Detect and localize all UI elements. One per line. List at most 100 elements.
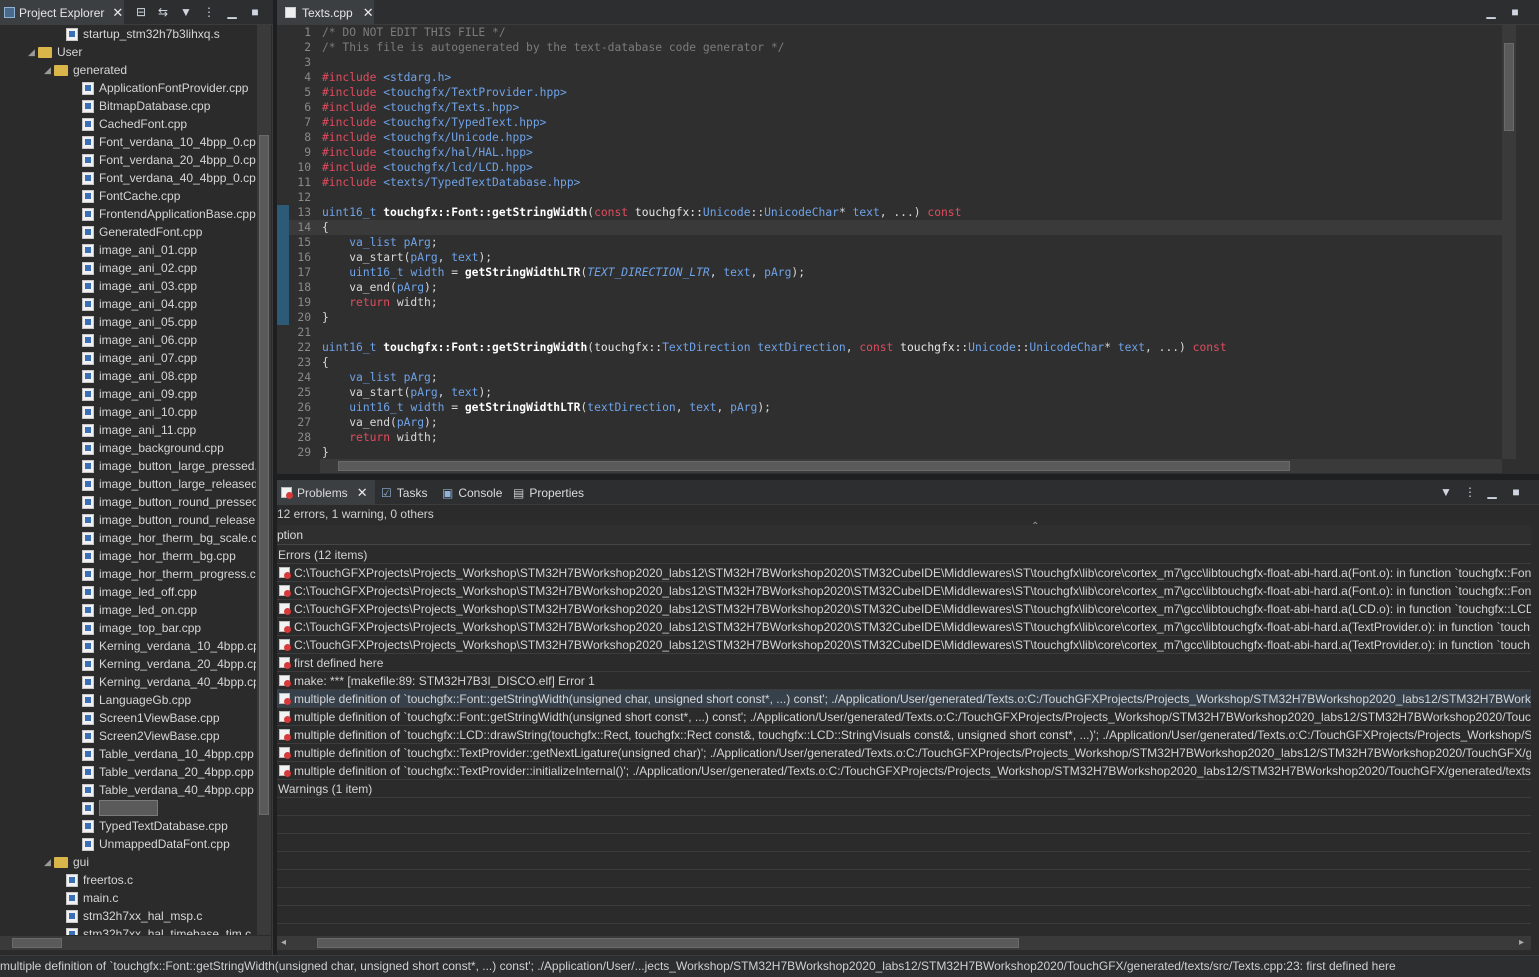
- tree-file[interactable]: GeneratedFont.cpp: [0, 223, 256, 241]
- tree-file[interactable]: FontCache.cpp: [0, 187, 256, 205]
- group-warnings[interactable]: Warnings (1 item): [277, 780, 1531, 798]
- tree-file[interactable]: image_top_bar.cpp: [0, 619, 256, 637]
- problems-hscroll-thumb[interactable]: [317, 938, 1019, 948]
- tree-file[interactable]: image_background.cpp: [0, 439, 256, 457]
- problem-row[interactable]: C:\TouchGFXProjects\Projects_Workshop\ST…: [277, 618, 1531, 636]
- code-line[interactable]: 28 return width;: [277, 430, 1502, 445]
- code-line[interactable]: 12: [277, 190, 1502, 205]
- tree-file[interactable]: Kerning_verdana_10_4bpp.cp: [0, 637, 256, 655]
- column-header-description[interactable]: ption ⌃: [277, 521, 1531, 545]
- problem-row[interactable]: first defined here: [277, 654, 1531, 672]
- tree-file[interactable]: image_ani_01.cpp: [0, 241, 256, 259]
- code-line[interactable]: 29}: [277, 445, 1502, 459]
- problem-row[interactable]: multiple definition of `touchgfx::Font::…: [277, 708, 1531, 726]
- tree-file[interactable]: image_ani_04.cpp: [0, 295, 256, 313]
- tree-file[interactable]: CachedFont.cpp: [0, 115, 256, 133]
- tree-file[interactable]: image_hor_therm_bg.cpp: [0, 547, 256, 565]
- group-errors[interactable]: Errors (12 items): [277, 546, 1531, 564]
- code-line[interactable]: 15 va_list pArg;: [277, 235, 1502, 250]
- editor-scroll-thumb[interactable]: [1504, 43, 1514, 131]
- code-line[interactable]: 24 va_list pArg;: [277, 370, 1502, 385]
- code-line[interactable]: 8 #include <touchgfx/Unicode.hpp>: [277, 130, 1502, 145]
- code-text-area[interactable]: 1 /* DO NOT EDIT THIS FILE */ 2 /* This fil…: [277, 25, 1502, 459]
- tree-file[interactable]: image_button_round_pressec: [0, 493, 256, 511]
- tab-texts-cpp[interactable]: Texts.cpp ✕: [277, 0, 374, 25]
- tree-file[interactable]: Table_verdana_40_4bpp.cpp: [0, 781, 256, 799]
- tree-file[interactable]: startup_stm32h7b3lihxq.s: [0, 25, 256, 43]
- explorer-horizontal-scrollbar[interactable]: [0, 936, 271, 950]
- tab-properties[interactable]: ▤ Properties: [513, 480, 584, 505]
- code-line[interactable]: 2 /* This file is autogenerated by the te…: [277, 40, 1502, 55]
- code-line[interactable]: 17 uint16_t width = getStringWidthLTR(TE…: [277, 265, 1502, 280]
- problem-row[interactable]: multiple definition of `touchgfx::TextPr…: [277, 762, 1531, 780]
- code-line[interactable]: 20}: [277, 310, 1502, 325]
- code-line[interactable]: 16 va_start(pArg, text);: [277, 250, 1502, 265]
- tree-file[interactable]: image_hor_therm_bg_scale.c: [0, 529, 256, 547]
- tree-file[interactable]: image_ani_02.cpp: [0, 259, 256, 277]
- tree-file[interactable]: image_ani_11.cpp: [0, 421, 256, 439]
- code-line[interactable]: 10 #include <touchgfx/lcd/LCD.hpp>: [277, 160, 1502, 175]
- tree-file[interactable]: Table_verdana_10_4bpp.cpp: [0, 745, 256, 763]
- code-line[interactable]: 7 #include <touchgfx/TypedText.hpp>: [277, 115, 1502, 130]
- maximize-icon[interactable]: ■: [1507, 4, 1523, 20]
- tree-folder[interactable]: ◢ generated: [0, 61, 256, 79]
- tree-file[interactable]: stm32h7xx_hal_msp.c: [0, 907, 256, 925]
- tree-file[interactable]: Table_verdana_20_4bpp.cpp: [0, 763, 256, 781]
- tree-file[interactable]: image_button_large_pressed.: [0, 457, 256, 475]
- collapse-all-icon[interactable]: ⊟: [133, 4, 149, 20]
- tree-file[interactable]: stm32h7xx_hal_timebase_tim.c: [0, 925, 256, 935]
- editor-horizontal-scrollbar[interactable]: [320, 459, 1502, 473]
- tree-folder[interactable]: ◢ gui: [0, 853, 256, 871]
- tree-folder[interactable]: ◢ User: [0, 43, 256, 61]
- problem-row[interactable]: C:\TouchGFXProjects\Projects_Workshop\ST…: [277, 564, 1531, 582]
- explorer-scroll-thumb[interactable]: [259, 135, 269, 815]
- code-line[interactable]: 5 #include <touchgfx/TextProvider.hpp>: [277, 85, 1502, 100]
- scroll-right-icon[interactable]: ▸: [1519, 936, 1524, 950]
- problem-row[interactable]: multiple definition of `touchgfx::Font::…: [277, 690, 1531, 708]
- problem-row[interactable]: C:\TouchGFXProjects\Projects_Workshop\ST…: [277, 582, 1531, 600]
- code-line[interactable]: 18 va_end(pArg);: [277, 280, 1502, 295]
- code-line[interactable]: 1 /* DO NOT EDIT THIS FILE */: [277, 25, 1502, 40]
- tab-project-explorer[interactable]: Project Explorer ✕: [0, 0, 124, 25]
- tab-problems[interactable]: Problems ✕: [277, 480, 375, 505]
- minimize-icon[interactable]: ▁: [1483, 4, 1499, 20]
- tree-file[interactable]: Screen1ViewBase.cpp: [0, 709, 256, 727]
- tree-file[interactable]: TypedTextDatabase.cpp: [0, 817, 256, 835]
- minimize-icon[interactable]: ▁: [1484, 484, 1500, 500]
- expand-arrow-icon[interactable]: ◢: [44, 65, 54, 76]
- tree-file[interactable]: image_ani_09.cpp: [0, 385, 256, 403]
- tree-file[interactable]: image_ani_06.cpp: [0, 331, 256, 349]
- view-menu-icon[interactable]: ⋮: [1462, 484, 1478, 500]
- code-line[interactable]: 23 {: [277, 355, 1502, 370]
- maximize-icon[interactable]: ■: [247, 4, 263, 20]
- expand-arrow-icon[interactable]: ◢: [28, 47, 38, 58]
- tree-file[interactable]: image_ani_07.cpp: [0, 349, 256, 367]
- tree-file[interactable]: UnmappedDataFont.cpp: [0, 835, 256, 853]
- tree-file[interactable]: Font_verdana_10_4bpp_0.cpp: [0, 133, 256, 151]
- problem-row[interactable]: C:\TouchGFXProjects\Projects_Workshop\ST…: [277, 636, 1531, 654]
- code-line[interactable]: 27 va_end(pArg);: [277, 415, 1502, 430]
- editor-vertical-scrollbar[interactable]: [1502, 25, 1516, 459]
- close-icon[interactable]: ✕: [112, 5, 123, 21]
- close-icon[interactable]: ✕: [363, 5, 374, 21]
- minimize-icon[interactable]: ▁: [224, 4, 240, 20]
- tree-file[interactable]: ApplicationFontProvider.cpp: [0, 79, 256, 97]
- tree-file[interactable]: image_ani_05.cpp: [0, 313, 256, 331]
- filter-icon[interactable]: ▼: [178, 4, 194, 20]
- link-with-editor-icon[interactable]: ⇆: [155, 4, 171, 20]
- code-line[interactable]: 3: [277, 55, 1502, 70]
- tree-file[interactable]: FrontendApplicationBase.cpp: [0, 205, 256, 223]
- code-line[interactable]: 22 uint16_t touchgfx::Font::getStringWidt…: [277, 340, 1502, 355]
- tree-file[interactable]: image_led_off.cpp: [0, 583, 256, 601]
- explorer-vertical-scrollbar[interactable]: [257, 25, 271, 935]
- code-line[interactable]: 11 #include <texts/TypedTextDatabase.hpp>: [277, 175, 1502, 190]
- tree-file[interactable]: BitmapDatabase.cpp: [0, 97, 256, 115]
- tree-file[interactable]: image_button_large_released: [0, 475, 256, 493]
- problems-vertical-scrollbar[interactable]: [1531, 506, 1539, 936]
- code-line[interactable]: 6 #include <touchgfx/Texts.hpp>: [277, 100, 1502, 115]
- tab-console[interactable]: ▣ Console: [442, 480, 502, 505]
- tree-file[interactable]: Screen2ViewBase.cpp: [0, 727, 256, 745]
- code-line[interactable]: 14 {: [277, 220, 1502, 235]
- tree-file[interactable]: LanguageGb.cpp: [0, 691, 256, 709]
- tree-file[interactable]: freertos.c: [0, 871, 256, 889]
